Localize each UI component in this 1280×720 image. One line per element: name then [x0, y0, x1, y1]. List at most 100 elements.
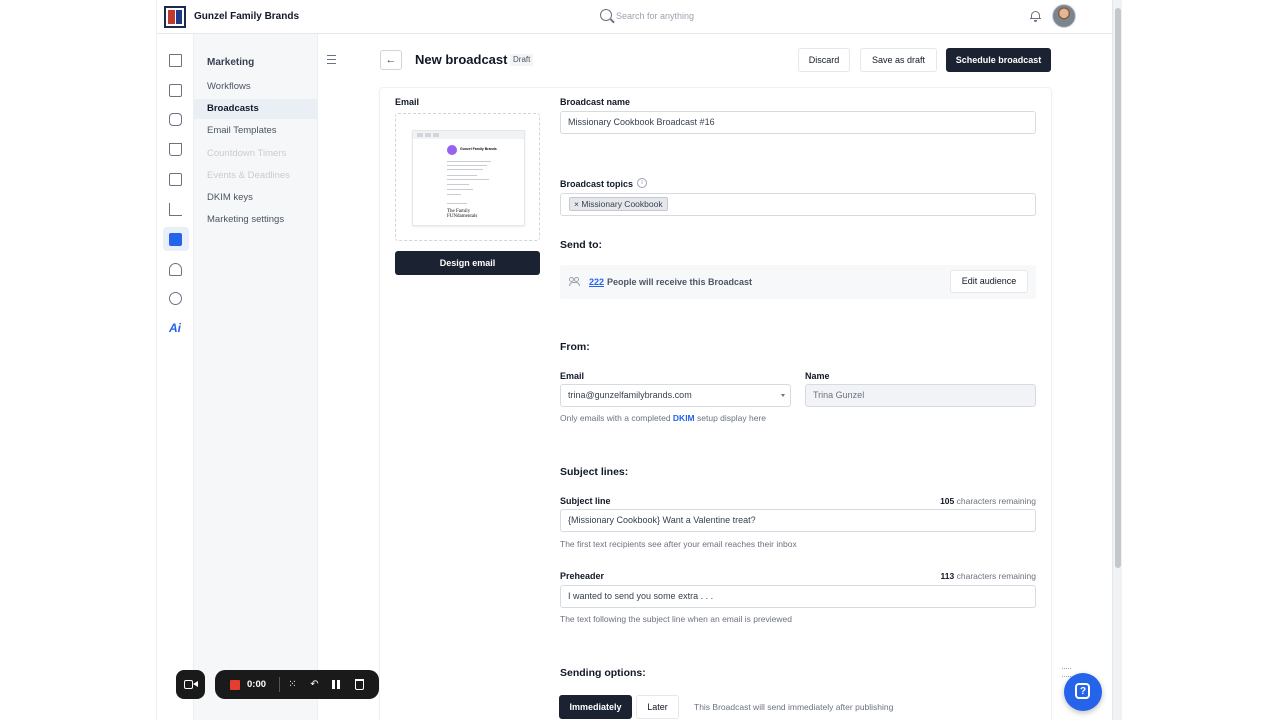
- preheader-remaining: 113 characters remaining: [797, 571, 1036, 581]
- sending-options-heading: Sending options:: [560, 667, 646, 679]
- preview-browser-bar: [413, 131, 524, 139]
- send-later-button[interactable]: Later: [636, 695, 679, 719]
- from-email-value: trina@gunzelfamilybrands.com: [568, 390, 692, 400]
- info-icon[interactable]: i: [637, 178, 647, 188]
- preview-text-line: [447, 165, 487, 166]
- subnav-item-marketing-settings[interactable]: Marketing settings: [194, 210, 318, 230]
- people-icon: [569, 277, 580, 286]
- global-search[interactable]: Search for anything: [600, 9, 800, 25]
- video-camera-icon: [184, 680, 193, 689]
- from-name-input[interactable]: Trina Gunzel: [805, 384, 1036, 407]
- brand-logo-icon[interactable]: [164, 6, 186, 28]
- preheader-remaining-count: 113: [940, 571, 955, 581]
- dkim-link[interactable]: DKIM: [673, 413, 695, 423]
- email-panel-label: Email: [395, 97, 420, 107]
- page-scrollbar[interactable]: [1112, 0, 1122, 720]
- edit-audience-button[interactable]: Edit audience: [950, 270, 1028, 293]
- right-gutter: [1112, 0, 1280, 720]
- preview-dot: [433, 133, 439, 137]
- marketing-icon[interactable]: [169, 233, 182, 246]
- undo-icon[interactable]: ↶: [309, 679, 320, 690]
- broadcast-name-label: Broadcast name: [560, 97, 631, 107]
- preview-logo-icon: [447, 145, 457, 155]
- from-email-select[interactable]: trina@gunzelfamilybrands.com: [560, 384, 791, 407]
- automation-icon[interactable]: [169, 263, 182, 276]
- left-gutter: [0, 0, 156, 720]
- preview-footer-logo: The Family FUNdamentals: [447, 209, 477, 219]
- grid-dots-icon[interactable]: ⁙: [287, 679, 298, 690]
- send-immediately-button[interactable]: Immediately: [559, 695, 632, 719]
- preview-dot: [425, 133, 431, 137]
- trash-icon[interactable]: [355, 679, 364, 690]
- dkim-help-post: setup display here: [697, 413, 767, 423]
- id-card-icon[interactable]: [169, 173, 182, 186]
- broadcast-name-input[interactable]: Missionary Cookbook Broadcast #16: [560, 111, 1036, 134]
- preview-text-line: [447, 184, 469, 185]
- help-chat-button[interactable]: ?: [1064, 673, 1102, 711]
- stop-recording-icon[interactable]: [230, 680, 240, 690]
- home-icon[interactable]: [169, 54, 182, 67]
- audience-count-link[interactable]: 222: [589, 277, 604, 287]
- preview-footer-line2: FUNdamentals: [447, 214, 478, 219]
- preview-text-line: [447, 194, 461, 195]
- audience-text: People will receive this Broadcast: [607, 277, 753, 287]
- analytics-icon[interactable]: [169, 203, 182, 216]
- recording-timer: 0:00: [247, 679, 267, 690]
- top-bar: Gunzel Family Brands Search for anything: [157, 0, 1113, 34]
- settings-icon[interactable]: [169, 292, 182, 305]
- page-title: New broadcast: [415, 52, 508, 67]
- dkim-help-pre: Only emails with a completed: [560, 413, 671, 423]
- preheader-label: Preheader: [560, 571, 605, 581]
- from-name-label: Name: [805, 371, 830, 381]
- preheader-input[interactable]: I wanted to send you some extra . . .: [560, 585, 1036, 608]
- preview-text-line: [447, 189, 473, 190]
- email-preview[interactable]: Gunzel Family Brands The Family FUNdamen…: [395, 113, 540, 241]
- help-glyph: ?: [1080, 686, 1087, 697]
- subnav-item-events-deadlines: Events & Deadlines: [207, 170, 290, 181]
- app-window: Gunzel Family Brands Search for anything…: [156, 0, 1113, 720]
- subnav-item-email-templates[interactable]: Email Templates: [194, 121, 318, 141]
- contacts-icon[interactable]: [169, 113, 182, 126]
- email-preview-thumbnail: Gunzel Family Brands The Family FUNdamen…: [412, 130, 525, 226]
- from-heading: From:: [560, 341, 590, 353]
- save-draft-button[interactable]: Save as draft: [860, 48, 937, 72]
- preview-text-line: [447, 203, 467, 204]
- preview-text-line: [447, 175, 477, 176]
- camera-toggle-button[interactable]: [176, 670, 205, 699]
- marketing-subnav: Marketing Workflows Broadcasts Email Tem…: [194, 34, 318, 720]
- subject-line-input[interactable]: {Missionary Cookbook} Want a Valentine t…: [560, 509, 1036, 532]
- inbox-icon[interactable]: [169, 84, 182, 97]
- schedule-broadcast-button[interactable]: Schedule broadcast: [946, 48, 1051, 72]
- user-avatar[interactable]: [1052, 4, 1076, 28]
- status-badge: Draft: [510, 54, 534, 66]
- collapse-menu-icon[interactable]: [327, 55, 336, 64]
- scrollbar-thumb[interactable]: [1115, 8, 1121, 568]
- topic-chip[interactable]: × Missionary Cookbook: [569, 197, 668, 211]
- design-email-button[interactable]: Design email: [395, 251, 540, 275]
- icon-rail: Ai: [157, 34, 194, 720]
- subnav-item-dkim-keys[interactable]: DKIM keys: [194, 188, 318, 208]
- discard-button[interactable]: Discard: [798, 48, 850, 72]
- recording-toolbar: 0:00 ⁙ ↶: [215, 670, 379, 699]
- search-icon: [600, 9, 612, 21]
- from-email-label: Email: [560, 371, 585, 381]
- cart-icon[interactable]: [169, 143, 182, 156]
- preheader-help-text: The text following the subject line when…: [560, 614, 792, 624]
- search-input[interactable]: Search for anything: [616, 11, 694, 21]
- preview-text-line: [447, 169, 483, 170]
- pause-icon[interactable]: [332, 680, 341, 689]
- preview-header-text: Gunzel Family Brands: [460, 147, 497, 151]
- sending-help-text: This Broadcast will send immediately aft…: [694, 702, 894, 712]
- send-to-heading: Send to:: [560, 239, 602, 251]
- brand-name: Gunzel Family Brands: [194, 11, 300, 22]
- back-button[interactable]: ←: [380, 50, 402, 70]
- ai-icon[interactable]: Ai: [169, 322, 182, 335]
- preview-text-line: [447, 179, 489, 180]
- notifications-bell-icon[interactable]: [1030, 10, 1041, 22]
- drag-handle-icon[interactable]: [1062, 668, 1071, 677]
- subject-remaining-suffix: characters remaining: [956, 496, 1036, 506]
- subnav-item-workflows[interactable]: Workflows: [194, 77, 318, 97]
- subnav-item-countdown-timers: Countdown Timers: [207, 148, 287, 159]
- subnav-item-broadcasts[interactable]: Broadcasts: [194, 99, 318, 119]
- subject-line-label: Subject line: [560, 496, 611, 506]
